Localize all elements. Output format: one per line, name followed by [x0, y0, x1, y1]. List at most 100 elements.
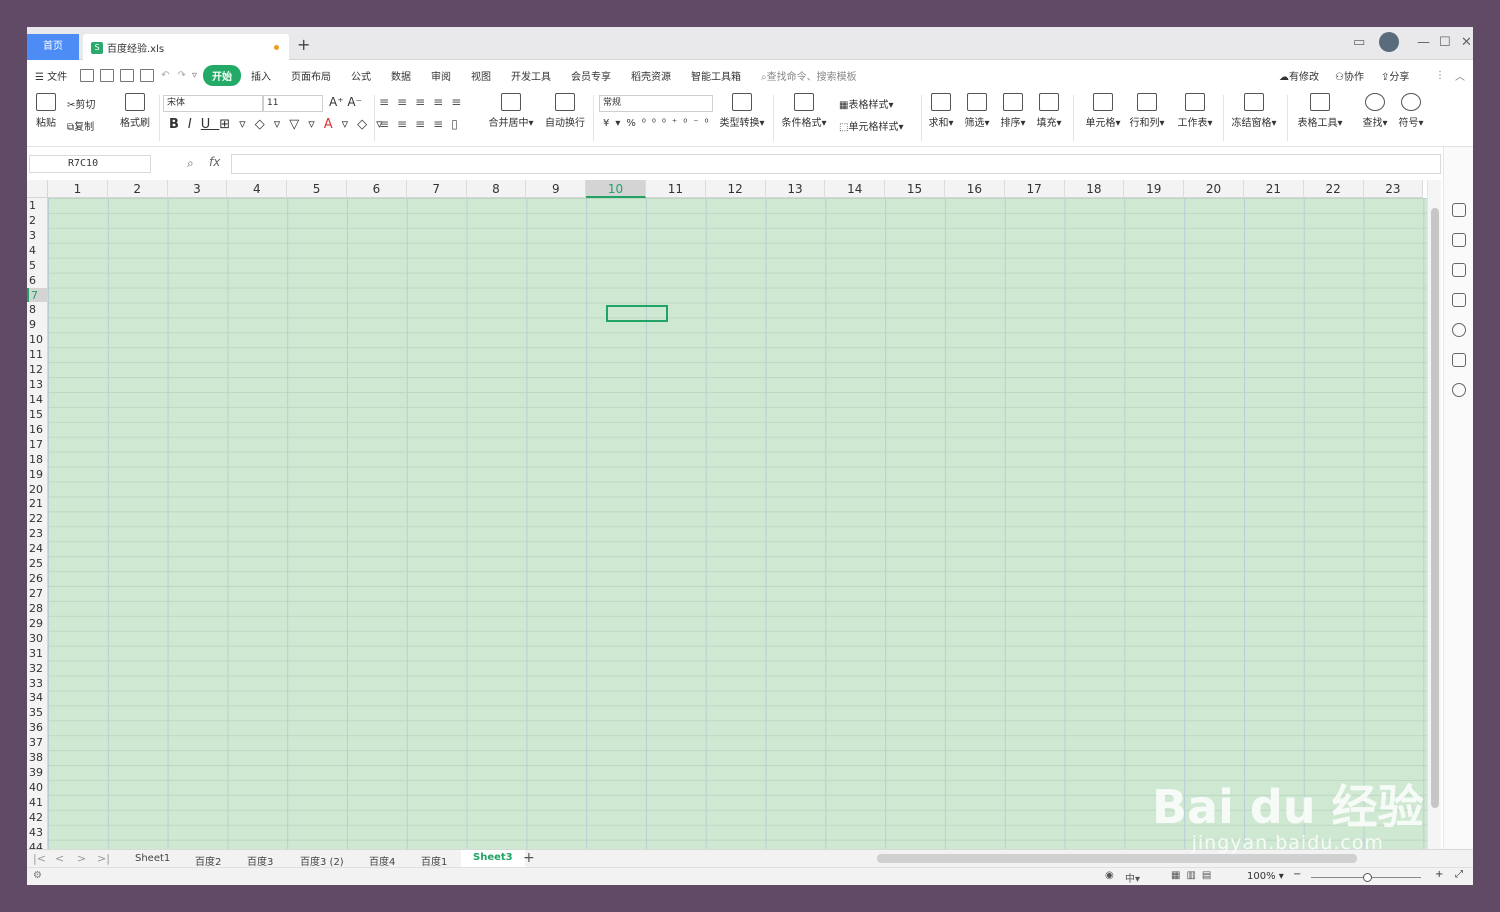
row-header[interactable]: 34	[27, 690, 47, 705]
row-col-button[interactable]: 行和列▾	[1127, 93, 1167, 129]
row-header[interactable]: 24	[27, 541, 47, 556]
menu-insert[interactable]: 插入	[241, 68, 281, 83]
font-style-group[interactable]: BIU⊞▿◇▿▽▿A▿◇▿	[169, 117, 392, 132]
row-header[interactable]: 17	[27, 437, 47, 452]
tag-icon[interactable]	[1452, 383, 1466, 397]
row-header[interactable]: 12	[27, 362, 47, 377]
view-mode-icons[interactable]: ▦▥▤	[1171, 870, 1217, 881]
row-header[interactable]: 41	[27, 795, 47, 810]
row-header[interactable]: 7	[27, 287, 47, 303]
rocket-icon[interactable]	[1452, 203, 1466, 217]
horizontal-scrollbar[interactable]	[877, 854, 1357, 863]
first-sheet-icon[interactable]: |<	[33, 852, 46, 865]
row-header[interactable]: 9	[27, 317, 47, 332]
help-icon[interactable]	[1452, 323, 1466, 337]
add-sheet-button[interactable]: +	[523, 850, 535, 866]
sort-button[interactable]: 排序▾	[997, 93, 1029, 129]
maximize-icon[interactable]: ☐	[1439, 35, 1451, 50]
row-header[interactable]: 38	[27, 750, 47, 765]
column-header[interactable]: 19	[1124, 180, 1185, 198]
column-header[interactable]: 17	[1005, 180, 1065, 198]
row-header[interactable]: 14	[27, 392, 47, 407]
menu-formula[interactable]: 公式	[341, 68, 381, 83]
sliders-icon[interactable]	[1452, 263, 1466, 277]
cut-button[interactable]: ✂剪切	[67, 96, 95, 111]
sheet-tab[interactable]: 百度4	[369, 853, 395, 868]
row-header[interactable]: 22	[27, 511, 47, 526]
number-format-select[interactable]: 常规	[599, 95, 713, 112]
more-icon[interactable]: ⋮	[1435, 70, 1445, 81]
find-button[interactable]: 查找▾	[1359, 93, 1391, 129]
column-header[interactable]: 21	[1244, 180, 1304, 198]
column-header[interactable]: 20	[1184, 180, 1244, 198]
symbol-button[interactable]: 符号▾	[1395, 93, 1427, 129]
column-header[interactable]: 23	[1364, 180, 1424, 198]
column-header[interactable]: 9	[526, 180, 587, 198]
row-header[interactable]: 18	[27, 452, 47, 467]
collapse-ribbon-icon[interactable]: ︿	[1455, 68, 1465, 83]
zoom-slider-thumb[interactable]	[1363, 873, 1372, 882]
row-header[interactable]: 31	[27, 646, 47, 661]
sheet-tab[interactable]: 百度3 (2)	[300, 853, 344, 868]
table-tools-button[interactable]: 表格工具▾	[1295, 93, 1345, 129]
font-size-select[interactable]: 11	[263, 95, 323, 112]
input-method-icon[interactable]: 中▾	[1125, 870, 1140, 885]
vertical-scrollbar[interactable]	[1427, 180, 1441, 849]
row-header[interactable]: 44	[27, 840, 47, 849]
row-header[interactable]: 36	[27, 720, 47, 735]
name-box[interactable]: R7C10	[29, 155, 151, 173]
row-header[interactable]: 4	[27, 243, 47, 258]
row-header[interactable]: 43	[27, 825, 47, 840]
row-header[interactable]: 13	[27, 377, 47, 392]
menu-home[interactable]: 开始	[202, 64, 241, 86]
column-header[interactable]: 13	[766, 180, 826, 198]
column-header[interactable]: 18	[1065, 180, 1125, 198]
macro-icon[interactable]: ⚙	[33, 870, 42, 881]
row-header[interactable]: 26	[27, 571, 47, 586]
select-all-corner[interactable]	[27, 180, 48, 198]
close-icon[interactable]: ✕	[1461, 35, 1472, 50]
row-header[interactable]: 40	[27, 780, 47, 795]
menu-developer[interactable]: 开发工具	[501, 68, 561, 83]
transform-icon[interactable]	[1452, 293, 1466, 307]
merge-center-button[interactable]: 合并居中▾	[485, 93, 537, 129]
table-style-button[interactable]: ▦表格样式▾	[839, 96, 893, 111]
search-command[interactable]: ⌕查找命令、搜索模板	[761, 68, 857, 83]
row-header[interactable]: 39	[27, 765, 47, 780]
menu-data[interactable]: 数据	[381, 68, 421, 83]
menu-page-layout[interactable]: 页面布局	[281, 68, 341, 83]
save-icon[interactable]	[80, 68, 95, 82]
row-header[interactable]: 3	[27, 228, 47, 243]
font-grow-icon[interactable]: A⁺ A⁻	[329, 95, 362, 109]
tab-document[interactable]: S 百度经验.xls	[83, 34, 289, 61]
fx-icon[interactable]: fx	[209, 155, 220, 169]
copy-button[interactable]: ⧉复制	[67, 118, 94, 133]
row-header[interactable]: 10	[27, 332, 47, 347]
cursor-icon[interactable]	[1452, 233, 1466, 247]
row-header[interactable]: 2	[27, 213, 47, 228]
export-icon[interactable]	[100, 68, 115, 82]
minimize-icon[interactable]: —	[1417, 35, 1430, 50]
filter-button[interactable]: 筛选▾	[961, 93, 993, 129]
column-header[interactable]: 22	[1304, 180, 1364, 198]
redo-icon[interactable]: ↷	[178, 70, 186, 81]
freeze-button[interactable]: 冻结窗格▾	[1229, 93, 1279, 129]
image-icon[interactable]	[1452, 353, 1466, 367]
sheet-tab[interactable]: 百度2	[195, 853, 221, 868]
row-header[interactable]: 25	[27, 556, 47, 571]
column-header[interactable]: 7	[407, 180, 467, 198]
sheet-tab[interactable]: 百度3	[247, 853, 273, 868]
sum-button[interactable]: 求和▾	[925, 93, 957, 129]
preview-icon[interactable]	[140, 68, 155, 82]
column-header[interactable]: 8	[467, 180, 527, 198]
menu-file[interactable]: ☰ 文件	[27, 68, 77, 83]
selected-cell[interactable]	[606, 305, 668, 322]
zoom-out-icon[interactable]: −	[1293, 869, 1301, 880]
sheet-tab-active[interactable]: Sheet3	[461, 850, 525, 868]
row-header[interactable]: 29	[27, 616, 47, 631]
zoom-formula-icon[interactable]: ⌕	[187, 156, 194, 171]
cell-button[interactable]: 单元格▾	[1083, 93, 1123, 129]
fullscreen-icon[interactable]: ⤢	[1455, 869, 1463, 880]
new-tab-button[interactable]: +	[297, 35, 310, 54]
print-icon[interactable]	[120, 68, 135, 82]
